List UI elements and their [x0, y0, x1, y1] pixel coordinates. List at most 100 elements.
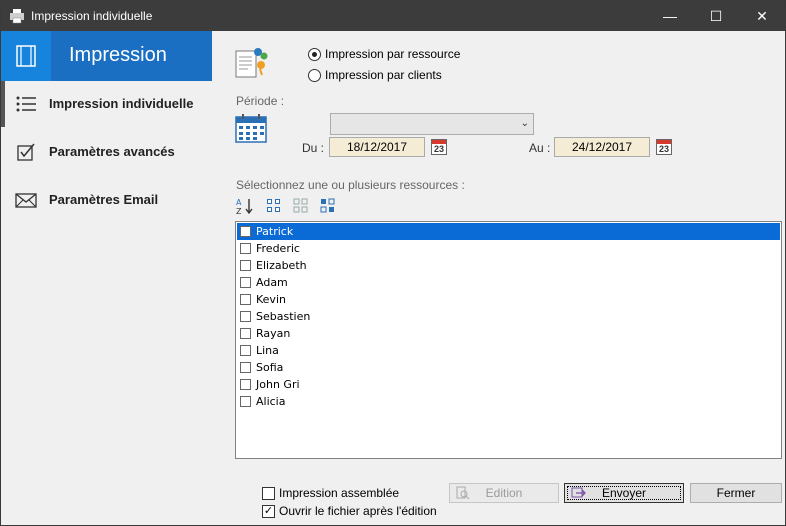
list-item-label: John Gri: [256, 378, 300, 391]
svg-text:A: A: [236, 198, 242, 207]
calendar-day-icon: 23: [433, 144, 444, 154]
list-item-checkbox[interactable]: [240, 277, 251, 288]
radio-dot: [308, 47, 321, 61]
window-title: Impression individuelle: [31, 9, 153, 23]
au-date-field[interactable]: 24/12/2017: [554, 137, 650, 157]
sidebar: Impression Impression individuelle Param…: [1, 31, 212, 525]
minimize-icon: —: [663, 8, 677, 24]
app-window: Impression individuelle — ☐ ✕ Impression: [0, 0, 786, 526]
list-item-label: Adam: [256, 276, 288, 289]
sidebar-item-impression-individuelle[interactable]: Impression individuelle: [1, 81, 212, 127]
edition-button-label: Edition: [485, 486, 523, 500]
list-item[interactable]: Patrick: [237, 223, 780, 240]
au-calendar-button[interactable]: 23: [656, 139, 672, 155]
list-item-checkbox[interactable]: [240, 260, 251, 271]
envoyer-button[interactable]: Envoyer: [564, 483, 684, 503]
list-item[interactable]: John Gri: [237, 376, 780, 393]
close-icon: ✕: [756, 7, 768, 24]
periode-combo[interactable]: ⌄: [330, 113, 534, 135]
du-date-field[interactable]: 18/12/2017: [329, 137, 425, 157]
resources-list[interactable]: Patrick Frederic Elizabeth Adam Kevin Se…: [235, 221, 782, 459]
du-calendar-button[interactable]: 23: [431, 139, 447, 155]
envoyer-button-label: Envoyer: [601, 486, 647, 500]
main-content: Impression par ressource Impression par …: [212, 31, 785, 525]
select-all-icon[interactable]: [265, 197, 283, 215]
list-item-label: Patrick: [256, 225, 294, 238]
active-marker: [1, 81, 5, 127]
au-date-value: 24/12/2017: [571, 140, 633, 154]
document-people-icon: [235, 48, 268, 78]
list-item[interactable]: Frederic: [237, 240, 780, 257]
list-item-label: Elizabeth: [256, 259, 307, 272]
sort-az-icon[interactable]: A Z: [236, 197, 254, 215]
list-item-checkbox[interactable]: [240, 226, 251, 237]
edition-button[interactable]: Edition: [449, 483, 559, 503]
sidebar-header-icon-box: [1, 31, 51, 81]
invert-selection-icon[interactable]: [319, 197, 337, 215]
list-icon: [16, 96, 36, 112]
list-item[interactable]: Rayan: [237, 325, 780, 342]
deselect-all-icon[interactable]: [292, 197, 310, 215]
sidebar-item-label: Paramètres avancés: [49, 144, 175, 159]
list-item-checkbox[interactable]: [240, 345, 251, 356]
sidebar-item-parametres-avances[interactable]: Paramètres avancés: [1, 129, 212, 175]
close-button[interactable]: ✕: [739, 1, 785, 31]
list-item-checkbox[interactable]: [240, 379, 251, 390]
checkbox-box: [262, 486, 275, 500]
list-item-label: Frederic: [256, 242, 300, 255]
list-item[interactable]: Alicia: [237, 393, 780, 410]
list-item[interactable]: Elizabeth: [237, 257, 780, 274]
calendar-day-icon: 23: [658, 144, 669, 154]
assembled-checkbox[interactable]: Impression assemblée: [262, 486, 399, 500]
fermer-button[interactable]: Fermer: [690, 483, 782, 503]
radio-label: Impression par clients: [325, 68, 442, 82]
sidebar-item-parametres-email[interactable]: Paramètres Email: [1, 177, 212, 223]
list-item-label: Sebastien: [256, 310, 311, 323]
svg-text:Z: Z: [236, 207, 242, 215]
list-item-label: Alicia: [256, 395, 286, 408]
list-item-checkbox[interactable]: [240, 362, 251, 373]
du-label: Du :: [302, 141, 325, 155]
list-item-label: Rayan: [256, 327, 291, 340]
search-document-icon: [456, 486, 470, 500]
radio-dot: [308, 68, 321, 82]
list-item[interactable]: Sebastien: [237, 308, 780, 325]
resources-label: Sélectionnez une ou plusieurs ressources…: [236, 178, 465, 192]
send-arrow-icon: [571, 487, 586, 498]
radio-impression-par-ressource[interactable]: Impression par ressource: [308, 47, 460, 61]
checkbox-icon: [17, 143, 35, 161]
list-item-label: Kevin: [256, 293, 286, 306]
sidebar-item-label: Impression individuelle: [49, 96, 194, 111]
title-bar[interactable]: Impression individuelle — ☐ ✕: [1, 1, 785, 31]
list-item-checkbox[interactable]: [240, 294, 251, 305]
filmstrip-icon: [16, 45, 36, 67]
list-item-checkbox[interactable]: [240, 243, 251, 254]
maximize-icon: ☐: [709, 7, 723, 24]
calendar-icon: [235, 114, 267, 143]
au-label: Au :: [529, 141, 551, 155]
list-item[interactable]: Lina: [237, 342, 780, 359]
radio-impression-par-clients[interactable]: Impression par clients: [308, 68, 442, 82]
list-item[interactable]: Kevin: [237, 291, 780, 308]
list-item-checkbox[interactable]: [240, 311, 251, 322]
periode-label: Période :: [236, 94, 285, 108]
list-item-checkbox[interactable]: [240, 396, 251, 407]
sidebar-title: Impression: [69, 44, 167, 66]
fermer-button-label: Fermer: [716, 486, 756, 500]
printer-icon: [10, 9, 24, 24]
radio-label: Impression par ressource: [325, 47, 461, 61]
envelope-icon: [15, 193, 37, 208]
sidebar-item-label: Paramètres Email: [49, 192, 159, 207]
list-item[interactable]: Adam: [237, 274, 780, 291]
checkbox-label: Ouvrir le fichier après l'édition: [279, 504, 437, 518]
checkbox-label: Impression assemblée: [279, 486, 400, 500]
open-file-checkbox[interactable]: ✓ Ouvrir le fichier après l'édition: [262, 504, 437, 518]
chevron-down-icon: ⌄: [520, 118, 529, 129]
minimize-button[interactable]: —: [647, 1, 693, 31]
list-item-label: Sofia: [256, 361, 284, 374]
list-item-checkbox[interactable]: [240, 328, 251, 339]
list-item[interactable]: Sofia: [237, 359, 780, 376]
sidebar-header: Impression: [1, 31, 212, 81]
maximize-button[interactable]: ☐: [693, 1, 739, 31]
list-item-label: Lina: [256, 344, 279, 357]
